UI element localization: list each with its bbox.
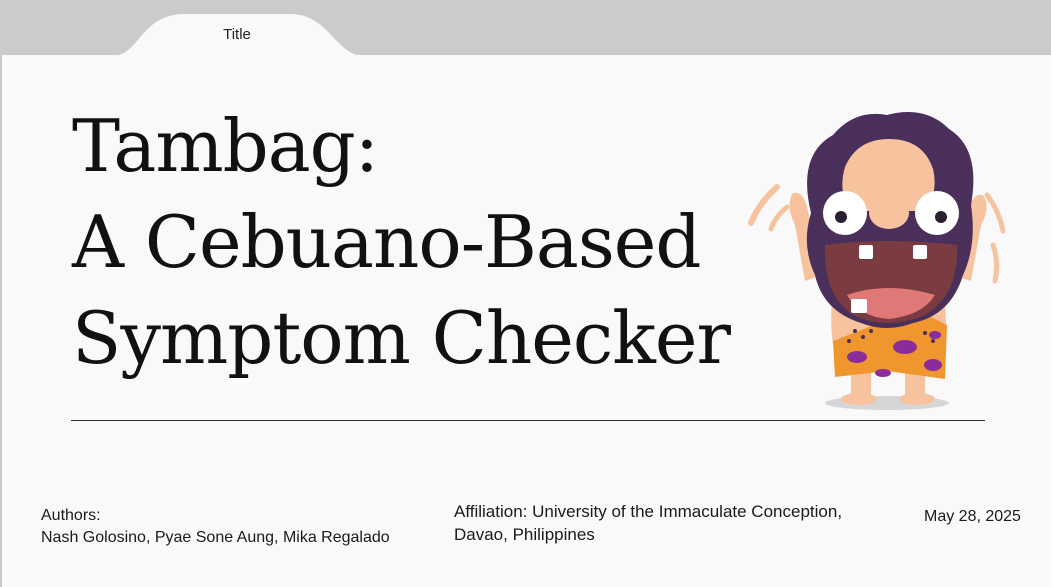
tab-bar: Title — [0, 0, 1051, 56]
title-divider — [71, 420, 985, 421]
caveman-mascot-icon — [748, 112, 1006, 410]
title-line-3: Symptom Checker — [72, 296, 731, 380]
affiliation-block: Affiliation: University of the Immaculat… — [454, 500, 842, 546]
tab-background — [0, 0, 1051, 56]
tab-title[interactable]: Title — [196, 26, 278, 43]
presentation-window: Title Tambag: A Cebuano-Based Symptom Ch… — [0, 0, 1051, 587]
authors-names: Nash Golosino, Pyae Sone Aung, Mika Rega… — [41, 529, 390, 546]
title-line-2: A Cebuano-Based — [72, 200, 701, 284]
authors-heading: Authors: — [41, 507, 101, 524]
title-line-1: Tambag: — [72, 104, 379, 188]
presentation-date: May 28, 2025 — [924, 508, 1021, 525]
affiliation-line-2: Davao, Philippines — [454, 525, 595, 544]
authors-block: Authors: Nash Golosino, Pyae Sone Aung, … — [41, 505, 390, 549]
slide-canvas: Tambag: A Cebuano-Based Symptom Checker — [2, 55, 1051, 587]
affiliation-line-1: Affiliation: University of the Immaculat… — [454, 502, 843, 521]
slide-title: Tambag: A Cebuano-Based Symptom Checker — [72, 98, 731, 386]
